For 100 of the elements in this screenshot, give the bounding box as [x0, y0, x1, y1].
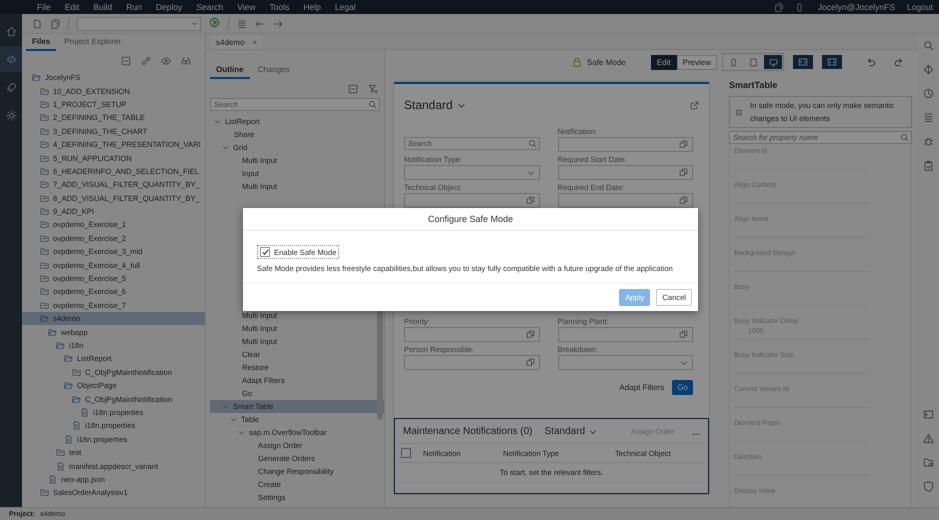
warning-icon[interactable]	[923, 433, 934, 444]
folder-icon	[40, 126, 49, 136]
open-folder-icon	[56, 341, 65, 350]
go-button[interactable]: Go	[672, 380, 693, 395]
file-icon	[72, 421, 81, 430]
logout-link[interactable]: Logout	[907, 2, 933, 12]
search-icon[interactable]	[923, 40, 934, 51]
filter-icon[interactable]	[368, 84, 378, 94]
rocket-icon	[6, 82, 16, 92]
input-field[interactable]	[558, 165, 693, 180]
panel-tab[interactable]: Project Explorer	[58, 34, 128, 51]
menu-item[interactable]: File	[30, 2, 58, 12]
binoculars-icon[interactable]	[181, 56, 191, 66]
chevron-down-icon	[191, 20, 198, 27]
desktop-icon	[768, 58, 778, 66]
chevron-down-icon	[222, 144, 229, 151]
table-title: Maintenance Notifications (0)	[403, 426, 533, 437]
collapse-icon[interactable]	[121, 56, 131, 66]
adapt-filters-button[interactable]: Adapt Filters	[619, 383, 664, 392]
folder-icon	[40, 140, 49, 150]
panel-tab[interactable]: Outline	[210, 62, 250, 79]
select-field[interactable]	[558, 355, 693, 370]
link-icon[interactable]	[141, 56, 151, 66]
open-folder-icon	[64, 381, 73, 390]
settings-icon	[6, 110, 16, 120]
folder-icon	[40, 287, 49, 296]
device-icon[interactable]	[794, 2, 804, 12]
chevron-down-icon	[214, 118, 221, 125]
eye-icon[interactable]	[161, 56, 171, 66]
share-icon[interactable]	[690, 100, 699, 110]
shield-icon[interactable]	[923, 481, 934, 492]
list-icon[interactable]	[923, 112, 934, 123]
input-field[interactable]	[404, 193, 540, 208]
folder-icon	[40, 100, 49, 109]
panel-tab[interactable]: Files	[26, 34, 56, 51]
user-name[interactable]: Jocelyn@JocelynFS	[818, 2, 895, 12]
menu-item[interactable]: Legal	[328, 2, 363, 12]
folder-icon	[40, 247, 49, 256]
clock-icon[interactable]	[923, 88, 934, 99]
bug-icon[interactable]	[923, 136, 934, 147]
menu-item[interactable]: Tools	[262, 2, 296, 12]
code-icon	[6, 54, 16, 64]
panel-title: SmartTable	[729, 79, 778, 92]
terminal-icon[interactable]	[923, 409, 934, 420]
file-icon	[64, 434, 73, 444]
file-icon	[56, 462, 65, 471]
value-help-icon	[526, 196, 534, 205]
folder-icon	[40, 220, 49, 230]
close-icon[interactable]: ×	[252, 38, 258, 47]
value-help-icon	[679, 140, 688, 149]
folder-icon	[40, 274, 49, 284]
clipboard-icon[interactable]	[923, 160, 934, 171]
mode-tab[interactable]: Edit	[650, 54, 677, 70]
variant-selector[interactable]: Standard	[544, 426, 598, 437]
diamond-icon[interactable]	[923, 64, 934, 75]
menu-item[interactable]: Search	[189, 2, 230, 12]
view-button[interactable]	[822, 55, 842, 69]
value-help-icon	[526, 330, 534, 339]
play-icon[interactable]	[209, 17, 220, 28]
folder-icon	[72, 368, 81, 377]
input-field[interactable]	[558, 193, 693, 208]
editor-tab[interactable]: s4demo ×	[210, 36, 264, 49]
mode-tab[interactable]: Preview	[676, 54, 717, 70]
menu-item[interactable]: View	[230, 2, 263, 12]
view-button[interactable]	[793, 55, 813, 69]
menu-item[interactable]: Build	[86, 2, 120, 12]
menu-item[interactable]: Run	[119, 2, 149, 12]
safe-mode-label: Safe Mode	[587, 58, 626, 66]
open-folder-icon	[32, 73, 41, 82]
back-icon[interactable]	[255, 18, 265, 28]
menu-item[interactable]: Help	[296, 2, 328, 12]
more-button[interactable]: ...	[692, 426, 700, 436]
value-help-icon	[679, 196, 688, 205]
input-field[interactable]	[404, 327, 540, 342]
documents-icon[interactable]	[50, 18, 60, 28]
undo-icon[interactable]	[866, 57, 876, 67]
collapse-icon[interactable]	[348, 84, 358, 94]
open-folder-icon	[72, 394, 81, 404]
input-field[interactable]	[404, 355, 540, 370]
forward-icon[interactable]	[273, 18, 283, 28]
folder-icon	[40, 488, 49, 498]
menu-item[interactable]: Deploy	[148, 2, 190, 12]
document-icon[interactable]	[32, 18, 42, 28]
panel-tab[interactable]: Changes	[252, 62, 296, 79]
input-field[interactable]	[558, 137, 693, 152]
device-button[interactable]	[764, 55, 782, 69]
folder-icon	[40, 207, 49, 216]
folder-icon	[40, 113, 49, 122]
search-icon	[900, 133, 909, 142]
select-field[interactable]	[404, 165, 540, 180]
variant-selector[interactable]: Standard	[404, 98, 466, 112]
input-field[interactable]	[558, 327, 693, 342]
code-button[interactable]	[0, 46, 22, 72]
select-all-checkbox[interactable]	[401, 448, 411, 458]
folder-icon[interactable]	[923, 457, 934, 468]
frame-icon	[798, 57, 808, 67]
lock-icon	[572, 57, 582, 67]
menu-item[interactable]: Edit	[58, 2, 86, 12]
checkbox[interactable]	[260, 247, 270, 257]
redo-icon[interactable]	[894, 57, 904, 67]
